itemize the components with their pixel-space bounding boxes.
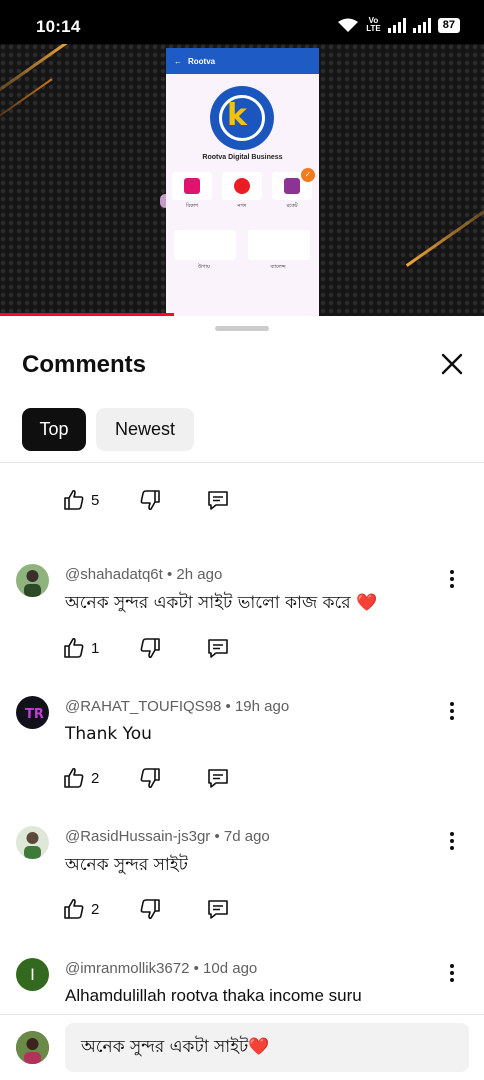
filter-newest-chip[interactable]: Newest: [96, 408, 194, 451]
like-button[interactable]: 1: [62, 636, 99, 660]
comment-meta: @imranmollik3672 • 10d ago: [65, 960, 258, 977]
signal-icon-2: [412, 17, 431, 33]
more-options-icon[interactable]: [440, 829, 464, 853]
nagad-tile: [222, 172, 262, 200]
signal-icon: [387, 17, 406, 33]
comment-author[interactable]: @RasidHussain-js3gr: [65, 828, 210, 845]
reply-button[interactable]: [206, 488, 230, 512]
like-button[interactable]: 5: [62, 488, 99, 512]
dislike-button[interactable]: [138, 488, 162, 512]
thumbs-up-icon: [64, 489, 84, 510]
avatar[interactable]: I: [16, 958, 49, 991]
phone-app-header: ← Rootva: [166, 48, 319, 74]
app-label: নগদ: [237, 203, 247, 209]
battery-icon: 87: [437, 17, 460, 33]
video-decoration: [0, 78, 53, 132]
balance-tile: [248, 230, 310, 260]
thumbs-up-icon: [64, 898, 84, 919]
comment-author[interactable]: @imranmollik3672: [65, 960, 189, 977]
comment-text: অনেক সুন্দর সাইট: [65, 855, 188, 875]
avatar: [16, 1031, 49, 1064]
comment-text: Thank You: [65, 724, 152, 744]
rootva-logo: k: [210, 86, 274, 150]
thumbs-down-icon: [140, 490, 160, 511]
avatar[interactable]: [16, 826, 49, 859]
dislike-button[interactable]: [138, 636, 162, 660]
svg-text:TR: TR: [25, 707, 44, 722]
reply-icon: [208, 769, 228, 788]
phone-brand-name: Rootva Digital Business: [202, 154, 283, 161]
drag-handle[interactable]: [215, 326, 269, 331]
like-count: 1: [91, 639, 100, 657]
more-options-icon[interactable]: [440, 699, 464, 723]
avatar-letter: I: [30, 964, 35, 984]
close-icon[interactable]: [438, 350, 466, 378]
reply-button[interactable]: [206, 636, 230, 660]
reply-icon: [208, 639, 228, 658]
app-label: বিকাশ: [185, 203, 199, 209]
bkash-tile: [172, 172, 212, 200]
thumbs-down-icon: [140, 768, 160, 789]
comments-list[interactable]: 5 @shahadatq6t • 2h ago অনেক সুন্দর একটা…: [0, 463, 484, 1014]
avatar[interactable]: [16, 564, 49, 597]
thumbs-up-icon: [64, 767, 84, 788]
comment-author[interactable]: @RAHAT_TOUFIQS98: [65, 698, 221, 715]
video-decoration: [405, 184, 484, 267]
comment-text: অনেক সুন্দর একটা সাইট ভালো কাজ করে ❤️: [65, 593, 378, 613]
comments-title: Comments: [22, 351, 147, 378]
like-count: 2: [91, 900, 100, 918]
status-bar: 10:14 Vo LTE 87: [0, 0, 484, 44]
more-options-icon[interactable]: [440, 961, 464, 985]
comment-input-bar: অনেক সুন্দর একটা সাইট❤️: [0, 1014, 484, 1080]
app-label: উপায়: [198, 264, 210, 270]
check-badge-icon: ✓: [301, 168, 315, 182]
more-options-icon[interactable]: [440, 567, 464, 591]
thumbs-up-icon: [64, 637, 84, 658]
reply-button[interactable]: [206, 766, 230, 790]
comment-input-value: অনেক সুন্দর একটা সাইট❤️: [81, 1036, 270, 1057]
like-count: 2: [91, 769, 100, 787]
video-phone-screen: ← Rootva k Rootva Digital Business ✓ বিক…: [166, 48, 319, 316]
like-count: 5: [91, 491, 100, 509]
reply-icon: [208, 900, 228, 919]
reply-button[interactable]: [206, 897, 230, 921]
dislike-button[interactable]: [138, 897, 162, 921]
heart-emoji: ❤️: [356, 593, 378, 613]
dislike-button[interactable]: [138, 766, 162, 790]
avatar[interactable]: TR: [16, 696, 49, 729]
thumbs-down-icon: [140, 899, 160, 920]
phone-app-title: Rootva: [188, 56, 216, 66]
video-decoration: [0, 44, 71, 112]
filter-top-chip[interactable]: Top: [22, 408, 86, 451]
comment-meta: @RasidHussain-js3gr • 7d ago: [65, 828, 270, 845]
wifi-icon: [338, 18, 359, 32]
comment-text: Alhamdulillah rootva thaka income suru: [65, 986, 362, 1005]
status-icons: Vo LTE 87: [337, 17, 460, 33]
status-time: 10:14: [36, 17, 81, 36]
like-button[interactable]: 2: [62, 897, 99, 921]
app-label: ব্যালেন্স: [270, 264, 286, 270]
comment-meta: @RAHAT_TOUFIQS98 • 19h ago: [65, 698, 290, 715]
comments-sheet: Comments Top Newest 5 @shahadatq6t • 2h …: [0, 316, 484, 1080]
comment-author[interactable]: @shahadatq6t: [65, 566, 163, 583]
comment-meta: @shahadatq6t • 2h ago: [65, 566, 223, 583]
comment-time: 10d ago: [203, 960, 258, 977]
volte-label: Vo LTE: [366, 16, 381, 33]
comment-time: 19h ago: [234, 698, 290, 715]
thumbs-down-icon: [140, 638, 160, 659]
app-label: রকেট: [286, 203, 298, 209]
comment-time: 2h ago: [176, 566, 223, 583]
upay-tile: [174, 230, 236, 260]
comment-time: 7d ago: [223, 828, 270, 845]
back-arrow-icon: ←: [174, 56, 182, 66]
like-button[interactable]: 2: [62, 766, 99, 790]
reply-icon: [208, 491, 228, 510]
comment-input[interactable]: অনেক সুন্দর একটা সাইট❤️: [65, 1023, 469, 1072]
video-player[interactable]: ← Rootva k Rootva Digital Business ✓ বিক…: [0, 44, 484, 316]
